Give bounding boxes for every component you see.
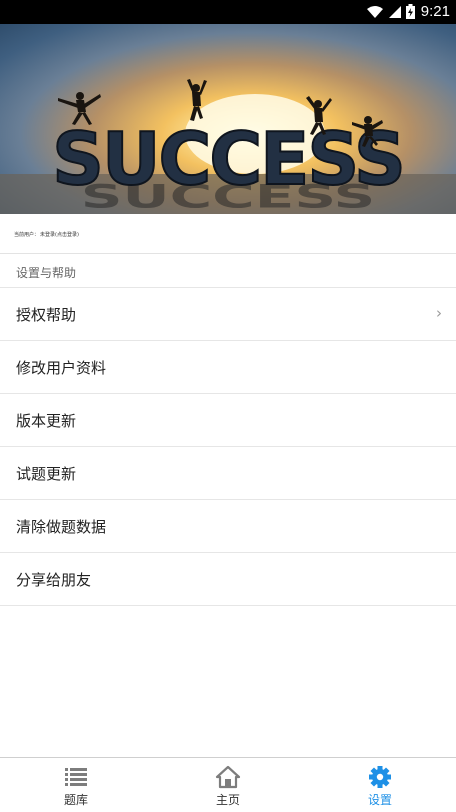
menu-item-share[interactable]: 分享给朋友 xyxy=(0,553,456,606)
gear-icon xyxy=(369,766,391,788)
settings-menu: 授权帮助 › 修改用户资料 版本更新 试题更新 清除做题数据 分享给朋友 xyxy=(0,288,456,606)
menu-item-label: 试题更新 xyxy=(16,465,77,483)
tab-label: 主页 xyxy=(215,793,240,807)
tab-question-bank[interactable]: 题库 xyxy=(0,758,152,812)
menu-item-authorization-help[interactable]: 授权帮助 › xyxy=(0,288,456,341)
menu-item-version-update[interactable]: 版本更新 xyxy=(0,394,456,447)
tab-home[interactable]: 主页 xyxy=(152,758,304,812)
section-header: 设置与帮助 xyxy=(0,254,456,288)
status-bar: 9:21 xyxy=(0,0,456,24)
menu-item-label: 版本更新 xyxy=(16,412,77,430)
section-title: 设置与帮助 xyxy=(16,266,77,280)
tab-settings[interactable]: 设置 xyxy=(304,758,456,812)
banner-image: SUCCESS SUCCESS xyxy=(0,24,456,214)
banner-text: SUCCESS xyxy=(52,117,404,201)
chevron-right-icon: › xyxy=(436,304,442,322)
menu-item-label: 清除做题数据 xyxy=(16,518,107,536)
tab-label: 设置 xyxy=(367,793,392,807)
user-login-row[interactable]: 当前用户： 未登录(点击登录) xyxy=(0,214,456,254)
menu-item-label: 修改用户资料 xyxy=(16,359,107,377)
tab-label: 题库 xyxy=(63,793,88,807)
home-icon xyxy=(215,765,241,789)
status-time: 9:21 xyxy=(420,3,450,20)
battery-icon xyxy=(405,4,415,19)
menu-item-label: 授权帮助 xyxy=(16,306,77,324)
current-user-label: 当前用户： xyxy=(14,232,40,238)
wifi-icon xyxy=(366,5,383,18)
signal-icon xyxy=(388,5,401,18)
menu-item-edit-profile[interactable]: 修改用户资料 xyxy=(0,341,456,394)
bottom-tab-bar: 题库 主页 设置 xyxy=(0,757,456,812)
menu-item-question-update[interactable]: 试题更新 xyxy=(0,447,456,500)
list-icon xyxy=(65,768,87,786)
menu-item-clear-data[interactable]: 清除做题数据 xyxy=(0,500,456,553)
login-status[interactable]: 未登录(点击登录) xyxy=(40,231,79,238)
menu-item-label: 分享给朋友 xyxy=(16,571,92,589)
